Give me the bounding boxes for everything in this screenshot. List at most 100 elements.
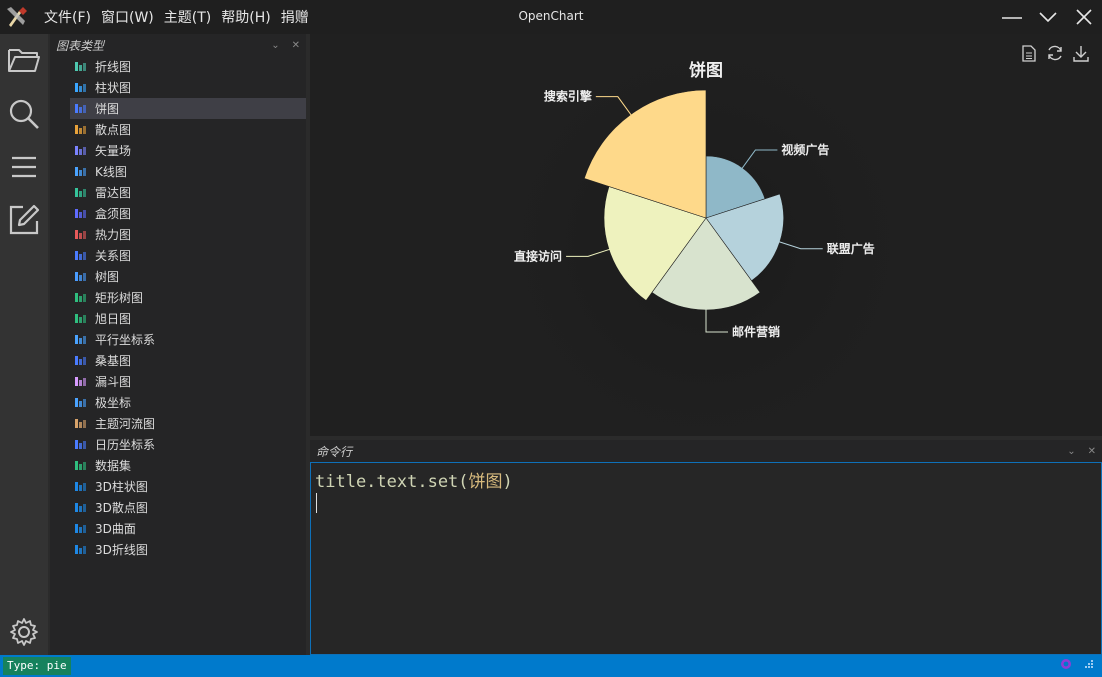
close-icon [1076, 9, 1092, 25]
line-chart-icon [74, 60, 87, 73]
chart-type-label: 折线图 [95, 60, 132, 74]
chart-type-item[interactable]: 饼图 [70, 98, 306, 119]
command-line-1: title.text.set(饼图) [315, 467, 513, 492]
chart-type-item[interactable]: 漏斗图 [50, 371, 306, 392]
chart-type-item[interactable]: 平行坐标系 [50, 329, 306, 350]
boxplot-icon [74, 207, 87, 220]
dataset-icon [74, 459, 87, 472]
pie-slice-label: 直接访问 [514, 248, 562, 263]
menu-icon[interactable] [6, 149, 42, 185]
menu-bar: 文件(F) 窗口(W) 主题(T) 帮助(H) 捐赠 [44, 7, 319, 27]
chart-type-item[interactable]: 数据集 [50, 455, 306, 476]
chart-type-item[interactable]: 散点图 [50, 119, 306, 140]
pie-chart: 饼图 视频广告联盟广告邮件营销 直接访问 搜索引擎 [446, 34, 966, 436]
chart-type-item[interactable]: 主题河流图 [50, 413, 306, 434]
edit-icon[interactable] [6, 202, 42, 238]
command-panel-close-icon[interactable]: ✕ [1088, 446, 1096, 457]
candlestick-icon [74, 165, 87, 178]
chart-type-item[interactable]: 树图 [50, 266, 306, 287]
panel-close-icon[interactable]: ✕ [292, 40, 300, 51]
chart-type-panel: 图表类型 ⌄ ✕ 折线图柱状图饼图散点图矢量场 K线图雷达图盒须图热力图 关系图树图… [50, 34, 306, 655]
panel-collapse-icon[interactable]: ⌄ [271, 40, 279, 51]
chart-type-item[interactable]: 盒须图 [50, 203, 306, 224]
pie-slice-label: 视频广告 [781, 142, 829, 157]
chart-type-label: 3D折线图 [95, 543, 148, 557]
chart-type-label: 散点图 [95, 123, 132, 137]
chart-type-item[interactable]: 极坐标 [50, 392, 306, 413]
chart-type-item[interactable]: 柱状图 [50, 77, 306, 98]
chart-type-label: 矩形树图 [95, 291, 144, 305]
chart-type-item[interactable]: 雷达图 [50, 182, 306, 203]
sunburst-icon [74, 312, 87, 325]
command-panel-collapse-icon[interactable]: ⌄ [1067, 446, 1075, 457]
text-caret [316, 493, 317, 513]
chart-type-item[interactable]: 热力图 [50, 224, 306, 245]
command-editor[interactable]: title.text.set(饼图) [310, 462, 1102, 655]
chart-type-label: 柱状图 [95, 81, 132, 95]
chart-type-label: 旭日图 [95, 312, 132, 326]
search-icon[interactable] [6, 96, 42, 132]
chart-type-label: 极坐标 [95, 396, 132, 410]
chart-type-label: 3D柱状图 [95, 480, 148, 494]
app-logo-icon [0, 0, 34, 34]
minimize-icon [1002, 17, 1022, 19]
funnel-icon [74, 375, 87, 388]
chart-type-item[interactable]: 折线图 [50, 56, 306, 77]
parallel-icon [74, 333, 87, 346]
chart-type-label: 盒须图 [95, 207, 132, 221]
open-folder-icon[interactable] [6, 42, 42, 78]
activity-bar [0, 34, 48, 655]
chart-type-item[interactable]: K线图 [50, 161, 306, 182]
treemap-icon [74, 291, 87, 304]
chart-type-item[interactable]: 关系图 [50, 245, 306, 266]
github-icon[interactable] [1060, 658, 1072, 670]
status-bar: Type: pie [0, 655, 1102, 677]
panel-title: 图表类型 [56, 38, 105, 53]
chart-type-list: 折线图柱状图饼图散点图矢量场 K线图雷达图盒须图热力图 关系图树图矩形树图旭日图平行… [50, 56, 306, 560]
pie-slice-label: 邮件营销 [732, 324, 780, 339]
chart-type-label: 饼图 [95, 102, 120, 116]
menu-theme[interactable]: 主题(T) [164, 7, 211, 27]
chart-type-label: 树图 [95, 270, 120, 284]
chart-canvas-area: 饼图 视频广告 联盟广告 邮件营销 直接访问 搜索引擎 [310, 34, 1102, 436]
command-panel-title: 命令行 [316, 444, 353, 459]
vector-field-icon [74, 144, 87, 157]
chart-type-item[interactable]: 3D曲面 [50, 518, 306, 539]
settings-gear-icon[interactable] [6, 614, 42, 650]
chart-type-label: 雷达图 [95, 186, 132, 200]
chart-type-label: 桑基图 [95, 354, 132, 368]
calendar-icon [74, 438, 87, 451]
close-button[interactable] [1066, 0, 1102, 34]
pie-slice-label: 联盟广告 [827, 241, 875, 256]
menu-donate[interactable]: 捐赠 [281, 7, 309, 27]
3d-bar-icon [74, 480, 87, 493]
chart-type-label: 主题河流图 [95, 417, 156, 431]
chart-title: 饼图 [689, 60, 723, 81]
chart-type-item[interactable]: 矢量场 [50, 140, 306, 161]
chart-type-item[interactable]: 矩形树图 [50, 287, 306, 308]
menu-help[interactable]: 帮助(H) [221, 7, 270, 27]
menu-window[interactable]: 窗口(W) [101, 7, 154, 27]
3d-scatter-icon [74, 501, 87, 514]
chart-type-label: 3D散点图 [95, 501, 148, 515]
chart-type-panel-header: 图表类型 ⌄ ✕ [50, 34, 306, 56]
chart-type-label: 矢量场 [95, 144, 132, 158]
3d-surface-icon [74, 522, 87, 535]
minimize-button[interactable] [994, 0, 1030, 34]
command-panel: 命令行 ⌄ ✕ title.text.set(饼图) [310, 440, 1102, 655]
chart-type-label: 日历坐标系 [95, 438, 156, 452]
chart-type-item[interactable]: 3D散点图 [50, 497, 306, 518]
resize-grip-icon[interactable] [1084, 659, 1094, 669]
chart-type-item[interactable]: 日历坐标系 [50, 434, 306, 455]
scatter-chart-icon [74, 123, 87, 136]
3d-line-icon [74, 543, 87, 556]
chart-type-item[interactable]: 3D柱状图 [50, 476, 306, 497]
chart-type-label: 3D曲面 [95, 522, 136, 536]
chart-type-item[interactable]: 旭日图 [50, 308, 306, 329]
chart-type-item[interactable]: 3D折线图 [50, 539, 306, 560]
chart-type-item[interactable]: 桑基图 [50, 350, 306, 371]
menu-file[interactable]: 文件(F) [44, 7, 91, 27]
heatmap-icon [74, 228, 87, 241]
maximize-button[interactable] [1030, 0, 1066, 34]
chart-type-label: 数据集 [95, 459, 132, 473]
